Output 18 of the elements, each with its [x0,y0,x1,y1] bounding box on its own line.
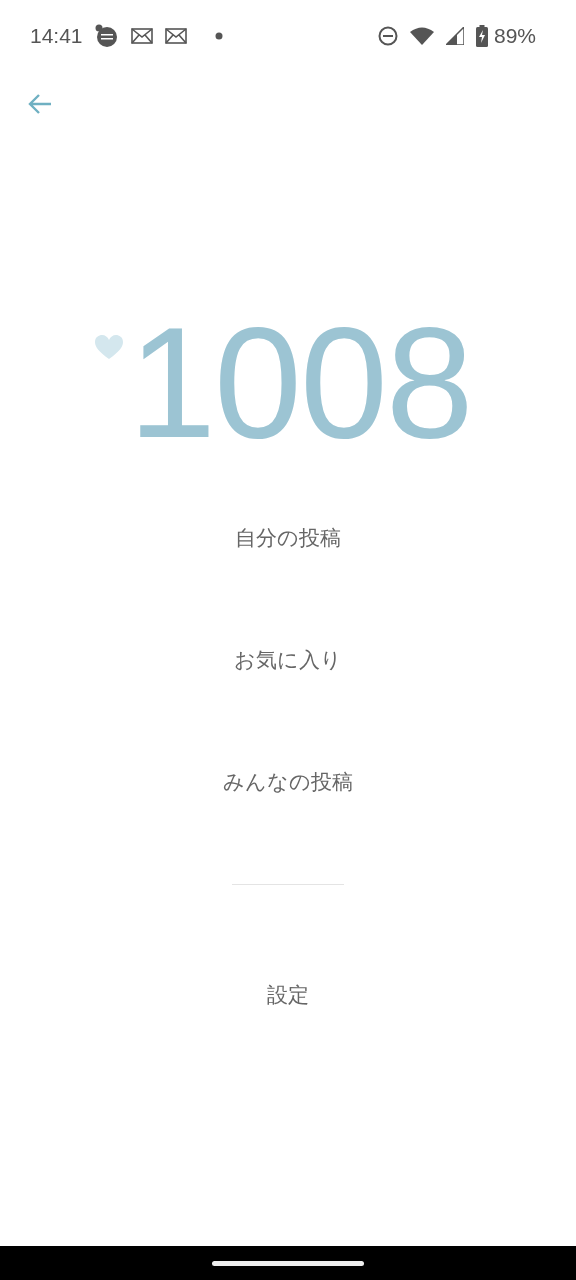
like-count: 1008 [128,312,472,452]
wifi-icon [409,27,434,45]
app-badge-icon [94,24,119,48]
mail-icon [130,28,153,44]
battery-percent: 89% [493,24,536,48]
dot-icon [214,32,223,40]
settings-link[interactable]: 設定 [267,977,309,1013]
heart-icon [94,334,125,360]
menu-link[interactable]: お気に入り [234,642,342,678]
signal-icon [445,27,464,45]
do-not-disturb-icon [377,26,398,46]
back-arrow-icon [27,93,53,115]
mail-icon [164,28,187,44]
home-handle[interactable] [212,1260,364,1266]
menu-link[interactable]: 自分の投稿 [235,520,341,556]
status-time: 14:41 [30,24,83,48]
menu-link[interactable]: みんなの投稿 [223,764,353,800]
battery-charging-icon [475,25,488,47]
